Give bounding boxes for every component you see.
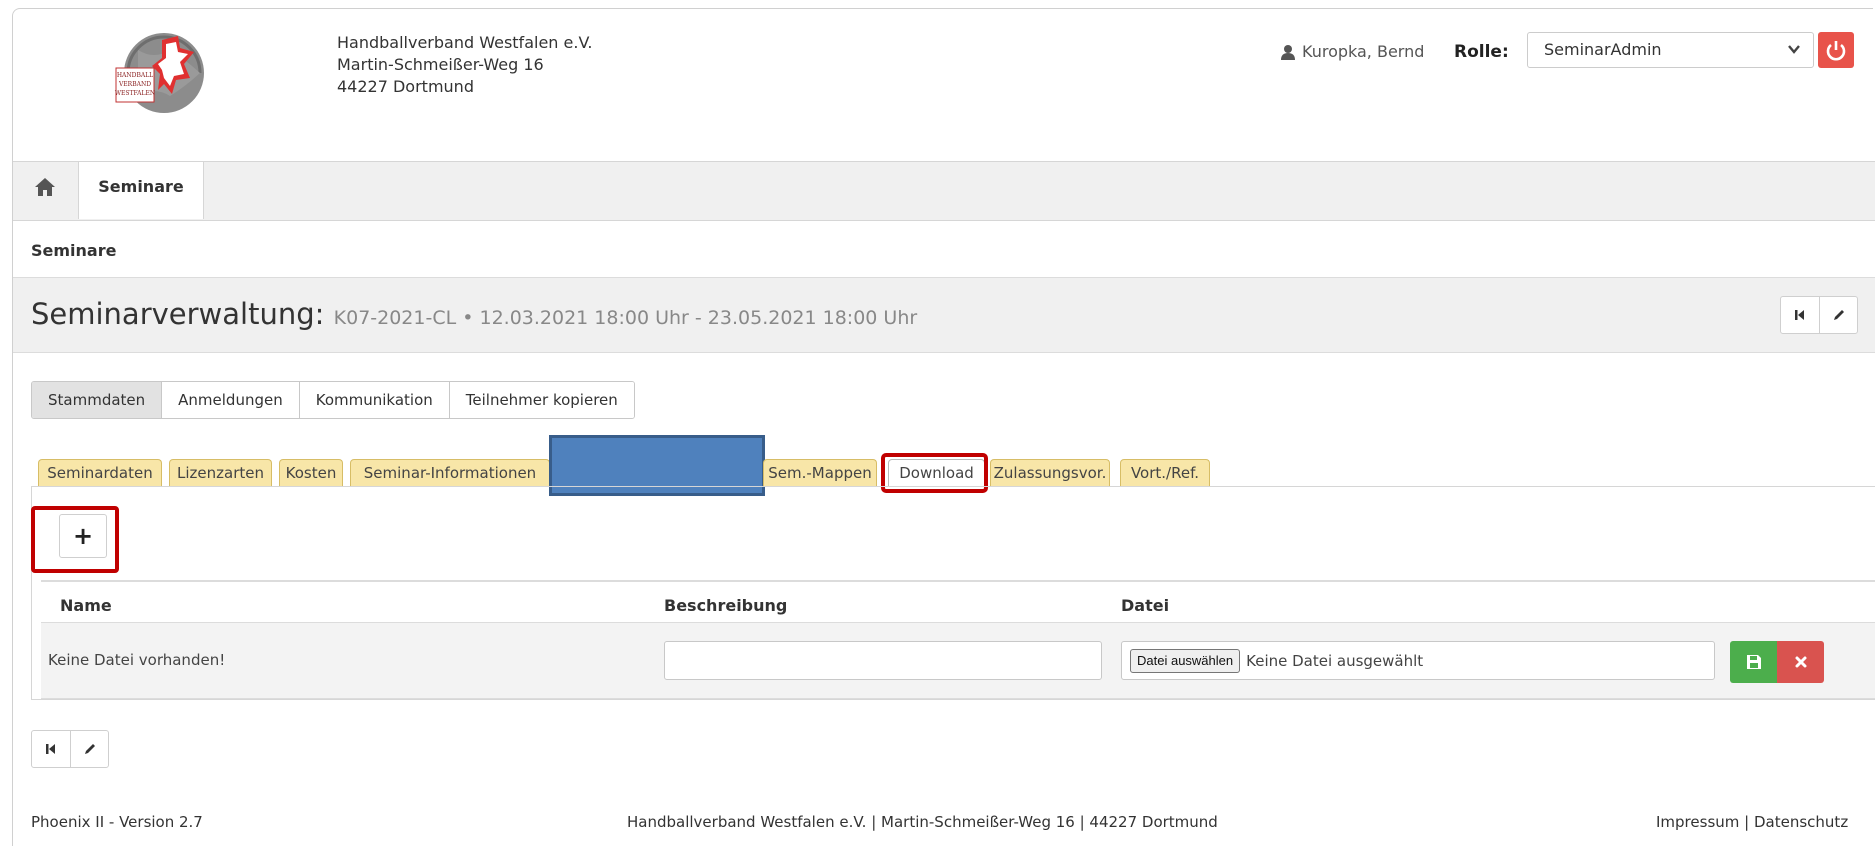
power-icon (1826, 41, 1846, 61)
file-status: Keine Datei ausgewählt (1246, 651, 1424, 670)
tab-kommunikation[interactable]: Kommunikation (298, 382, 449, 418)
user-info[interactable]: Kuropka, Bernd (1280, 42, 1424, 61)
pencil-icon (1833, 310, 1844, 320)
impressum-link[interactable]: Impressum (1656, 813, 1739, 831)
role-select-value: SeminarAdmin (1544, 40, 1662, 59)
federation-logo: HANDBALL VERBAND WESTFALEN (115, 33, 204, 113)
skip-back-icon (46, 744, 55, 754)
subtab-sem-mappen[interactable]: Sem.-Mappen (763, 459, 877, 486)
user-icon (1281, 44, 1295, 60)
organization-address: Handballverband Westfalen e.V. Martin-Sc… (337, 32, 592, 98)
main-tabs: Stammdaten Anmeldungen Kommunikation Tei… (31, 381, 635, 419)
logo-text-3: WESTFALEN (115, 90, 155, 97)
logo-text-2: VERBAND (118, 81, 151, 88)
role-label: Rolle: (1454, 42, 1509, 62)
edit-button[interactable] (1819, 297, 1857, 333)
page-title: Seminarverwaltung: K07-2021-CL • 12.03.2… (31, 297, 917, 331)
footer-address: Handballverband Westfalen e.V. | Martin-… (627, 813, 1218, 831)
footer-links: Impressum | Datenschutz (1656, 813, 1848, 831)
floppy-disk-icon (1746, 655, 1761, 669)
subtab-seminar-informationen[interactable]: Seminar-Informationen (350, 459, 550, 486)
back-first-button-bottom[interactable] (32, 731, 70, 767)
title-toolbar (1780, 296, 1858, 334)
subtab-kosten[interactable]: Kosten (279, 459, 343, 486)
footer-version: Phoenix II - Version 2.7 (31, 813, 203, 831)
page-title-subtitle: K07-2021-CL • 12.03.2021 18:00 Uhr - 23.… (333, 307, 918, 329)
tab-stammdaten[interactable]: Stammdaten (32, 382, 162, 418)
file-input[interactable]: Datei auswählen Keine Datei ausgewählt (1121, 641, 1715, 680)
main-navigation (13, 161, 1875, 221)
subtab-vort-ref[interactable]: Vort./Ref. (1120, 459, 1210, 486)
nav-tab-seminare[interactable]: Seminare (78, 162, 204, 219)
edit-button-bottom[interactable] (70, 731, 108, 767)
subtab-seminardaten[interactable]: Seminardaten (38, 459, 162, 486)
tab-anmeldungen[interactable]: Anmeldungen (161, 382, 299, 418)
org-street: Martin-Schmeißer-Weg 16 (337, 55, 544, 74)
breadcrumb: Seminare (31, 241, 117, 260)
close-icon (1795, 656, 1806, 668)
choose-file-button[interactable]: Datei auswählen (1130, 648, 1241, 673)
subtab-lizenzarten[interactable]: Lizenzarten (169, 459, 272, 486)
skip-back-icon (1795, 310, 1804, 320)
home-icon[interactable] (34, 177, 56, 197)
column-header-beschreibung: Beschreibung (664, 596, 788, 615)
highlight-add-button (31, 506, 119, 573)
chevron-down-icon (1788, 45, 1800, 54)
datenschutz-link[interactable]: Datenschutz (1754, 813, 1848, 831)
logout-button[interactable] (1818, 32, 1854, 68)
role-select[interactable]: SeminarAdmin (1527, 32, 1814, 68)
footer-separator: | (1744, 813, 1750, 831)
back-first-button[interactable] (1781, 297, 1819, 333)
row-name: Keine Datei vorhanden! (48, 651, 226, 669)
logo-text-1: HANDBALL (117, 72, 153, 79)
delete-button[interactable] (1777, 641, 1824, 683)
org-city: 44227 Dortmund (337, 77, 474, 96)
subtab-zulassungsvor[interactable]: Zulassungsvor. (990, 459, 1110, 486)
column-header-datei: Datei (1121, 596, 1170, 615)
table-header-divider (41, 580, 1875, 582)
pencil-icon (84, 744, 95, 754)
tab-teilnehmer-kopieren[interactable]: Teilnehmer kopieren (448, 382, 634, 418)
org-name: Handballverband Westfalen e.V. (337, 33, 593, 52)
page-title-main: Seminarverwaltung: (31, 297, 325, 331)
user-name: Kuropka, Bernd (1302, 42, 1425, 61)
save-button[interactable] (1730, 641, 1777, 683)
column-header-name: Name (60, 596, 112, 615)
bottom-toolbar (31, 730, 109, 768)
page-frame (12, 8, 1873, 846)
description-input[interactable] (664, 641, 1102, 680)
